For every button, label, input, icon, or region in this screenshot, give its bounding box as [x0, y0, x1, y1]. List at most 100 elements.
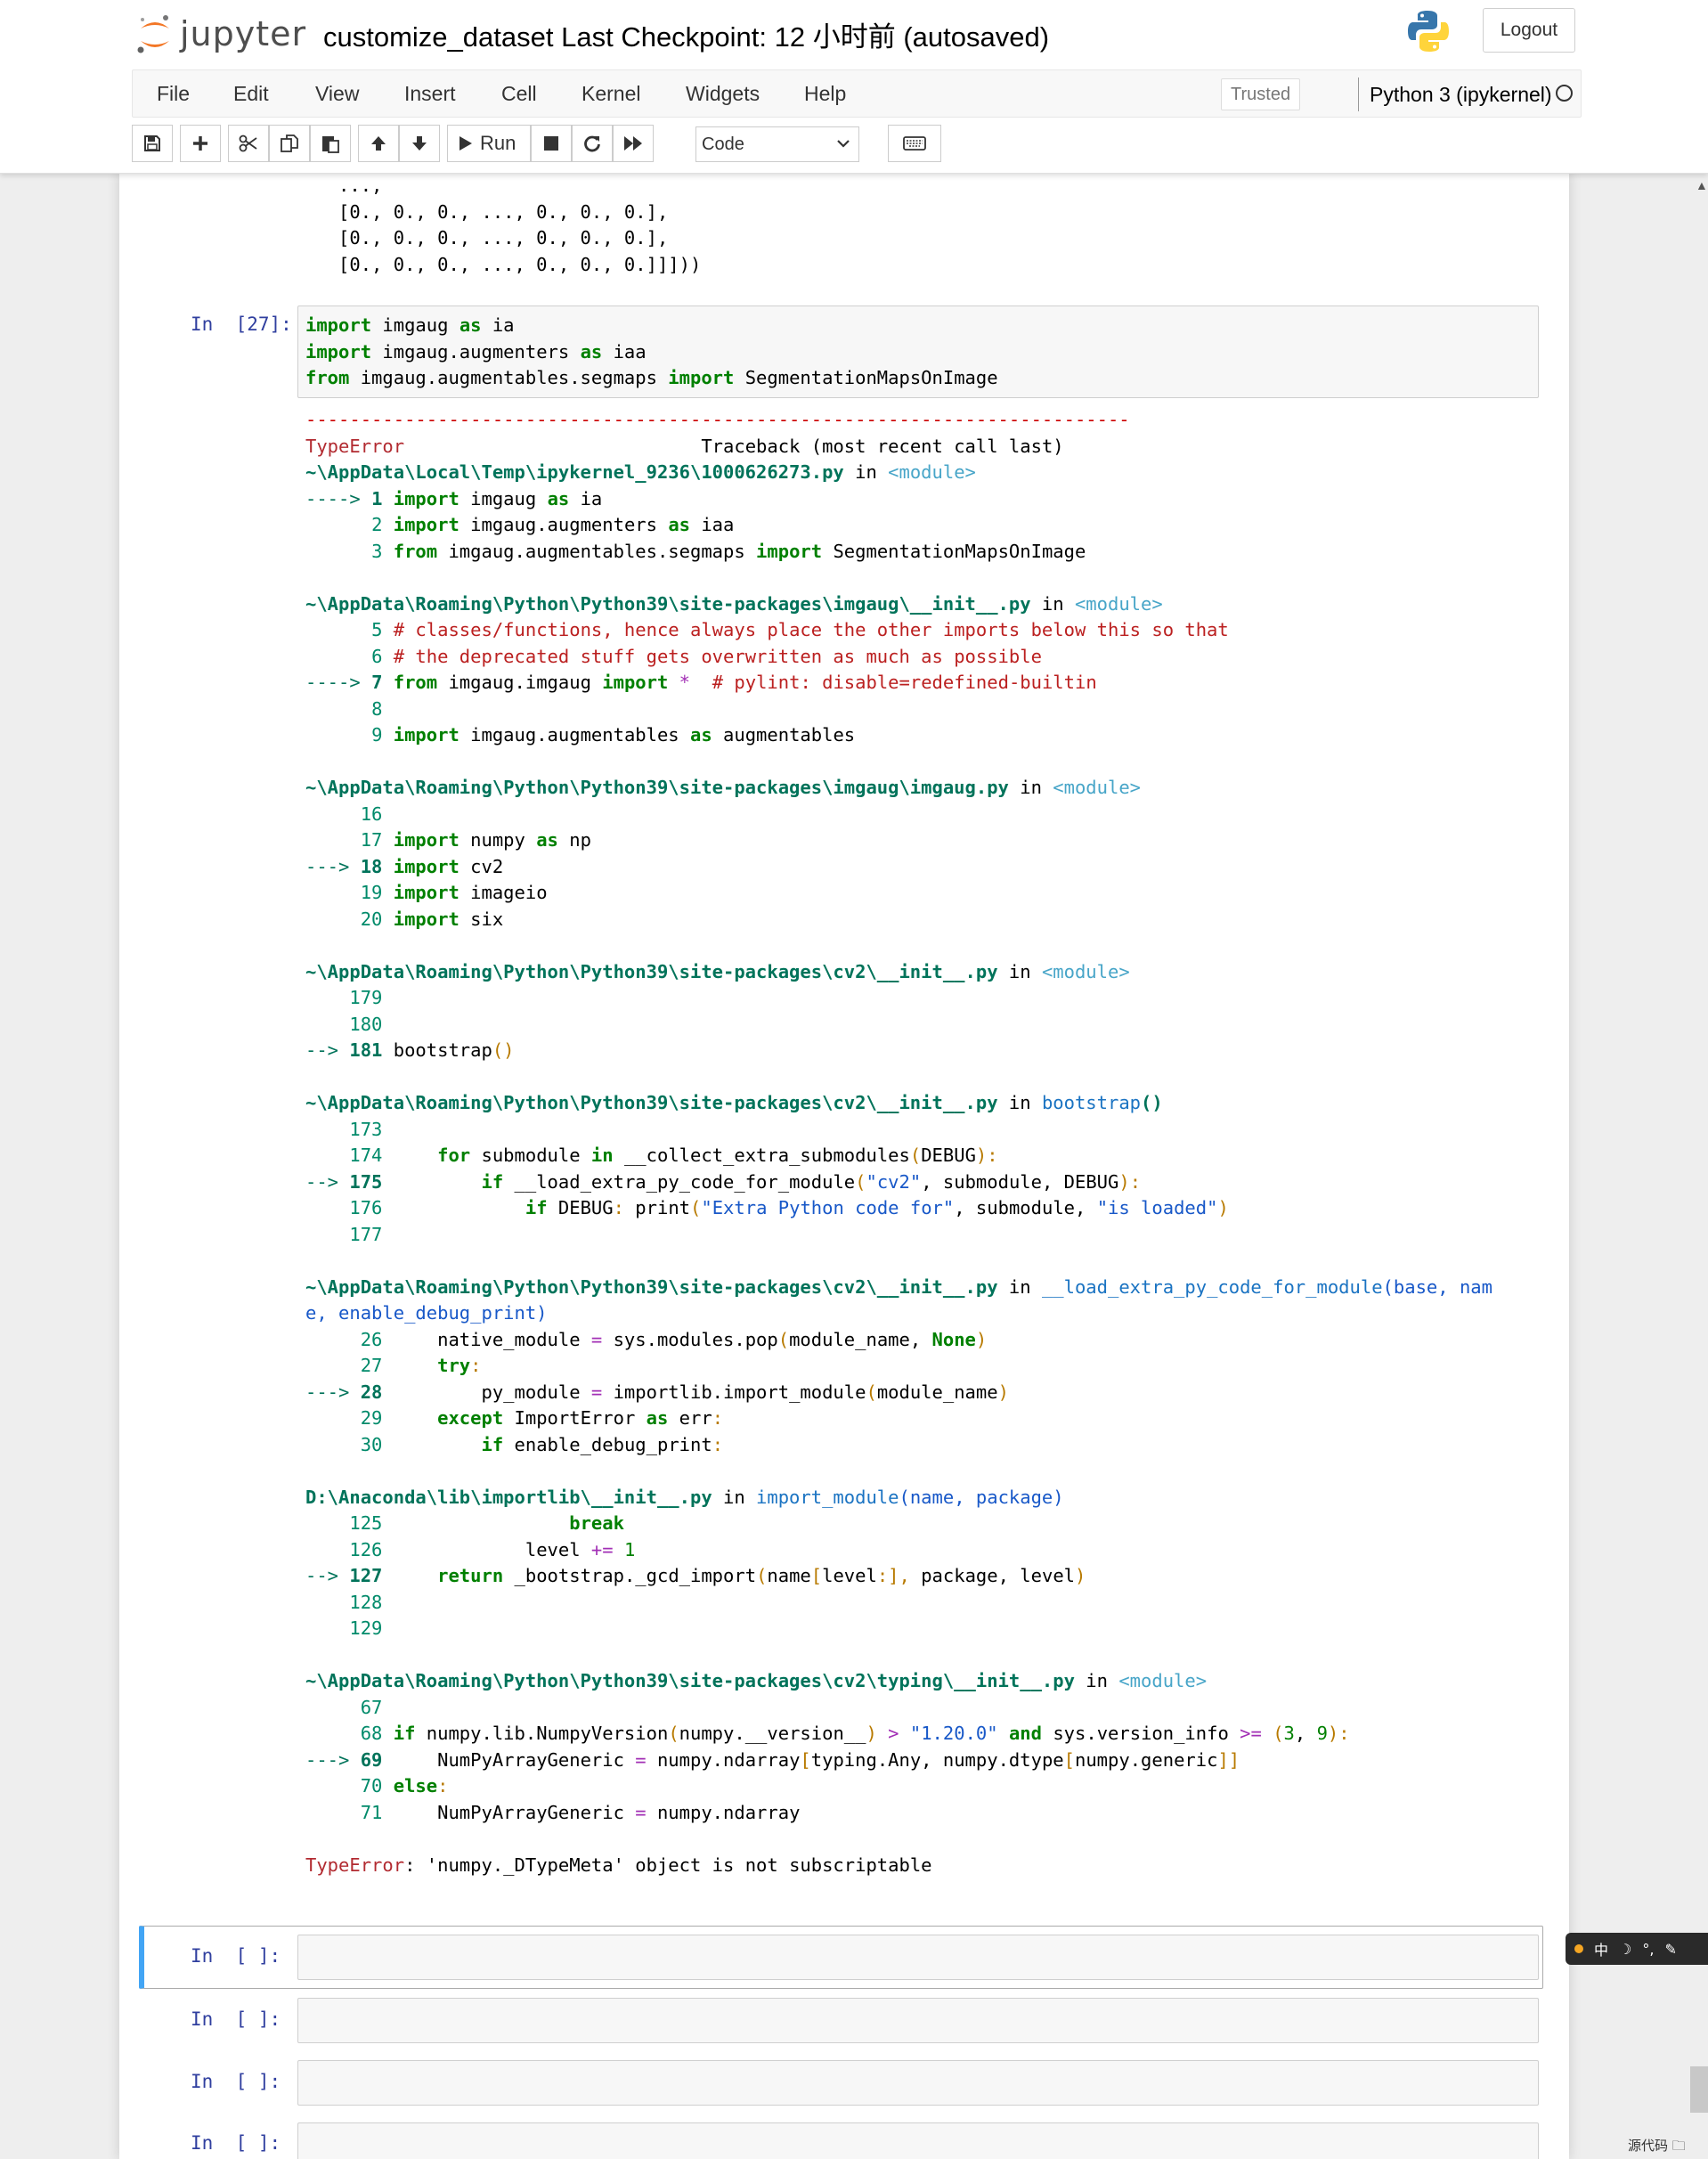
move-up-button[interactable] [358, 125, 399, 162]
output-line: ..., [305, 175, 383, 196]
arrow-up-icon [371, 136, 386, 151]
empty-cell-prompt: In [ ]: [191, 1945, 281, 1967]
menu-cell[interactable]: Cell [501, 70, 537, 117]
final-error: TypeError: 'numpy._DTypeMeta' object is … [305, 1853, 932, 1876]
traceback-line: 9 import imgaug.augmentables as augmenta… [371, 724, 856, 745]
chevron-down-icon [837, 140, 850, 148]
code-line: import imgaug as ia [305, 314, 515, 336]
play-icon [460, 136, 472, 151]
ime-status-icon [1574, 1944, 1583, 1953]
traceback-frame: ~\AppData\Roaming\Python\Python39\site-p… [305, 1670, 1208, 1691]
notebook-name[interactable]: customize_dataset [323, 21, 553, 53]
output-line: [0., 0., 0., ..., 0., 0., 0.], [305, 227, 669, 248]
paste-icon [322, 136, 339, 153]
traceback-line: 2 import imgaug.augmenters as iaa [371, 514, 735, 535]
traceback-line: --> 181 bootstrap() [305, 1039, 515, 1061]
traceback-line: 176 if DEBUG: print("Extra Python code f… [349, 1197, 1229, 1218]
trusted-indicator[interactable]: Trusted [1221, 78, 1301, 110]
traceback-line: 30 if enable_debug_print: [360, 1433, 724, 1455]
traceback-line: 129 [349, 1617, 383, 1639]
cell-type-select[interactable]: Code [695, 126, 859, 162]
empty-cell-input[interactable] [297, 2060, 1539, 2106]
autosave-status: (autosaved) [903, 21, 1050, 53]
traceback-frame: ~\AppData\Roaming\Python\Python39\site-p… [305, 1275, 1492, 1298]
traceback-frame-cont: e, enable_debug_print) [305, 1302, 548, 1324]
stop-icon [544, 136, 558, 151]
traceback-line: ---> 28 py_module = importlib.import_mod… [305, 1381, 1009, 1403]
scrollbar-up-arrow[interactable]: ▲ [1696, 178, 1708, 192]
wrench-icon[interactable]: ✎ [1664, 1941, 1676, 1958]
restart-run-all-button[interactable] [613, 125, 654, 162]
save-button[interactable] [132, 125, 173, 162]
traceback-line: 26 native_module = sys.modules.pop(modul… [360, 1328, 988, 1350]
traceback-line: 17 import numpy as np [360, 829, 591, 851]
traceback-line: ----> 7 from imgaug.imgaug import * # py… [305, 672, 1097, 693]
traceback-line: ---> 69 NumPyArrayGeneric = numpy.ndarra… [305, 1748, 1240, 1771]
menu-insert[interactable]: Insert [404, 70, 456, 117]
menu-view[interactable]: View [315, 70, 359, 117]
traceback-line: 16 [360, 802, 383, 825]
ime-toolbar[interactable]: 中 ☽ °, ✎ [1566, 1933, 1708, 1965]
traceback-line: 177 [349, 1223, 383, 1245]
menu-file[interactable]: File [157, 70, 190, 117]
empty-cell-input[interactable] [297, 1998, 1539, 2043]
notebook-title-area[interactable]: customize_dataset Last Checkpoint: 12 小时… [323, 14, 1049, 54]
traceback-line: 19 import imageio [360, 882, 548, 903]
traceback-line: ---> 18 import cv2 [305, 855, 504, 877]
ime-language[interactable]: 中 [1594, 1938, 1608, 1959]
copy-button[interactable] [269, 125, 310, 162]
empty-cell-prompt: In [ ]: [191, 2008, 281, 2030]
traceback-frame: ~\AppData\Local\Temp\ipykernel_9236\1000… [305, 461, 976, 483]
menu-edit[interactable]: Edit [233, 70, 269, 117]
cut-button[interactable] [228, 125, 269, 162]
notebook-header: jupyter customize_dataset Last Checkpoin… [0, 0, 1708, 174]
kernel-name[interactable]: Python 3 (ipykernel) [1358, 77, 1552, 111]
traceback-line: 128 [349, 1591, 383, 1613]
traceback-line: 3 from imgaug.augmentables.segmaps impor… [371, 540, 1086, 562]
traceback-line: ----> 1 import imgaug as ia [305, 487, 603, 509]
jupyter-wordmark: jupyter [180, 14, 307, 53]
menu-help[interactable]: Help [804, 70, 846, 117]
cell-27-input[interactable]: import imgaug as ia import imgaug.augmen… [297, 306, 1539, 398]
scrollbar-thumb[interactable] [1690, 2066, 1708, 2113]
restart-kernel-button[interactable] [572, 125, 613, 162]
run-button[interactable]: Run [447, 125, 531, 162]
menu-bar: File Edit View Insert Cell Kernel Widget… [132, 69, 1582, 118]
moon-icon[interactable]: ☽ [1619, 1941, 1631, 1958]
traceback-line: 179 [349, 987, 383, 1008]
paste-button[interactable] [310, 125, 351, 162]
menu-kernel[interactable]: Kernel [582, 70, 640, 117]
traceback-output: ----------------------------------------… [305, 407, 1492, 1878]
restart-icon [584, 135, 600, 152]
scissors-icon [239, 134, 257, 152]
traceback-frame: ~\AppData\Roaming\Python\Python39\site-p… [305, 777, 1142, 798]
empty-cell-input[interactable] [297, 2122, 1539, 2159]
ime-punctuation[interactable]: °, [1642, 1941, 1654, 1958]
move-down-button[interactable] [399, 125, 440, 162]
traceback-line: 5 # classes/functions, hence always plac… [371, 619, 1229, 640]
code-line: import imgaug.augmenters as iaa [305, 340, 647, 363]
previous-cell-output: ..., [0., 0., 0., ..., 0., 0., 0.], [0.,… [305, 173, 701, 278]
keyboard-icon [903, 136, 926, 151]
logout-button[interactable]: Logout [1483, 8, 1575, 53]
traceback-line: 126 level += 1 [349, 1538, 636, 1560]
command-palette-button[interactable] [888, 125, 941, 162]
empty-cell-prompt: In [ ]: [191, 2132, 281, 2154]
traceback-line: 70 else: [360, 1775, 449, 1796]
traceback-line: --> 127 return _bootstrap._gcd_import(na… [305, 1565, 1086, 1586]
empty-cell-prompt: In [ ]: [191, 2071, 281, 2092]
traceback-line: --> 175 if __load_extra_py_code_for_modu… [305, 1170, 1142, 1193]
run-label: Run [480, 132, 516, 154]
traceback-line: 27 try: [360, 1355, 482, 1376]
traceback-header: TypeError Traceback (most recent call la… [305, 435, 1064, 457]
empty-cell-input[interactable] [297, 1935, 1539, 1980]
interrupt-kernel-button[interactable] [531, 125, 572, 162]
cell-27-prompt: In [27]: [191, 314, 292, 335]
traceback-line: 125 break [349, 1512, 624, 1534]
checkpoint-status: Last Checkpoint: 12 小时前 [561, 21, 896, 53]
menu-widgets[interactable]: Widgets [686, 70, 760, 117]
insert-cell-button[interactable] [180, 125, 221, 162]
save-icon [144, 135, 160, 151]
python-logo-icon [1406, 9, 1451, 58]
jupyter-logo[interactable]: jupyter [135, 7, 306, 61]
